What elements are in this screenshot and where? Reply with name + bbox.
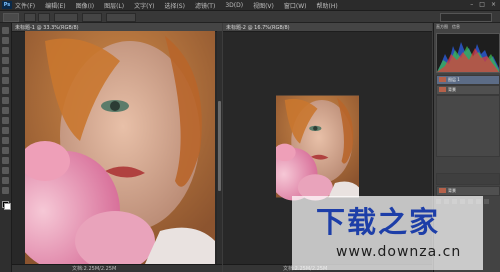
move-tool-icon[interactable] [2, 27, 9, 34]
vertical-scrollbar[interactable] [217, 31, 222, 264]
menu-help[interactable]: 帮助(H) [317, 1, 338, 10]
tool-preset-picker[interactable] [3, 13, 19, 22]
menu-window[interactable]: 窗口(W) [284, 1, 307, 10]
document-window-1: 未标题-1 @ 33.3%(RGB/8) 文档:2.25M/2.25M [12, 23, 222, 272]
dodge-tool-icon[interactable] [2, 157, 9, 164]
document-tab-label: 未标题-2 @ 16.7%(RGB/8) [226, 25, 290, 31]
app-logo: Ps [2, 1, 12, 9]
layer-thumbnail [439, 87, 446, 92]
layer-thumbnail [439, 77, 446, 82]
doc-size-info[interactable]: 文档:2.25M/2.25M [72, 265, 116, 272]
menu-view[interactable]: 视图(V) [253, 1, 274, 10]
menu-type[interactable]: 文字(Y) [134, 1, 154, 10]
bottom-layer-row[interactable]: 背景 [436, 186, 500, 196]
menu-select[interactable]: 选择(S) [164, 1, 185, 10]
tools-panel [0, 23, 12, 272]
lasso-tool-icon[interactable] [2, 47, 9, 54]
minimize-icon[interactable]: – [470, 1, 473, 8]
menu-image[interactable]: 图像(I) [76, 1, 94, 10]
watermark: 下载之家 www.downza.cn [292, 196, 483, 270]
close-icon[interactable]: × [491, 1, 496, 8]
menu-layer[interactable]: 图层(L) [104, 1, 124, 10]
canvas-photo-2[interactable] [276, 79, 359, 214]
brush-tool-icon[interactable] [2, 97, 9, 104]
crop-tool-icon[interactable] [2, 67, 9, 74]
document-tab-2[interactable]: 未标题-2 @ 16.7%(RGB/8) [223, 23, 432, 32]
pen-tool-icon[interactable] [2, 167, 9, 174]
histogram-graph [437, 42, 499, 72]
canvas-photo-1[interactable] [25, 31, 215, 264]
layer-row-1[interactable]: 图层 1 [436, 75, 500, 85]
document-tab-label: 未标题-1 @ 33.3%(RGB/8) [15, 25, 79, 31]
options-bar [0, 11, 500, 23]
history-list [436, 95, 500, 157]
menu-edit[interactable]: 编辑(E) [45, 1, 65, 10]
option-control[interactable] [38, 13, 50, 22]
menu-3d[interactable]: 3D(D) [225, 2, 243, 9]
clone-stamp-tool-icon[interactable] [2, 107, 9, 114]
quick-select-tool-icon[interactable] [2, 57, 9, 64]
layer-label: 背景 [448, 188, 456, 193]
gradient-tool-icon[interactable] [2, 137, 9, 144]
scrollbar-thumb[interactable] [218, 101, 221, 191]
panel-tabs: 直方图 信息 [436, 24, 460, 31]
layer-label: 图层 1 [448, 77, 460, 82]
hand-tool-icon[interactable] [2, 187, 9, 194]
layers-toolbar [436, 173, 500, 185]
status-bar: 文档:2.25M/2.25M [12, 264, 222, 272]
trash-icon[interactable] [484, 199, 489, 204]
menu-bar: Ps 文件(F) 编辑(E) 图像(I) 图层(L) 文字(Y) 选择(S) 滤… [0, 0, 500, 11]
menu-file[interactable]: 文件(F) [15, 1, 35, 10]
watermark-url: www.downza.cn [336, 244, 462, 260]
option-control[interactable] [24, 13, 36, 22]
healing-brush-tool-icon[interactable] [2, 87, 9, 94]
histogram-panel [436, 33, 500, 73]
layer-row-2[interactable]: 背景 [436, 85, 500, 95]
eraser-tool-icon[interactable] [2, 127, 9, 134]
background-color-swatch[interactable] [4, 203, 11, 210]
workspace-switcher[interactable] [440, 13, 492, 22]
history-brush-tool-icon[interactable] [2, 117, 9, 124]
maximize-icon[interactable]: □ [479, 1, 485, 8]
option-control[interactable] [82, 13, 102, 22]
layer-label: 背景 [448, 87, 456, 92]
option-control[interactable] [54, 13, 78, 22]
eyedropper-tool-icon[interactable] [2, 77, 9, 84]
tab-histogram[interactable]: 直方图 [436, 24, 448, 31]
tab-info[interactable]: 信息 [452, 24, 460, 31]
blur-tool-icon[interactable] [2, 147, 9, 154]
marquee-tool-icon[interactable] [2, 37, 9, 44]
menu-filter[interactable]: 滤镜(T) [195, 1, 215, 10]
option-control[interactable] [106, 13, 136, 22]
watermark-title: 下载之家 [316, 205, 441, 239]
window-controls: – □ × [470, 1, 496, 8]
type-tool-icon[interactable] [2, 177, 9, 184]
layer-thumbnail [439, 188, 446, 193]
